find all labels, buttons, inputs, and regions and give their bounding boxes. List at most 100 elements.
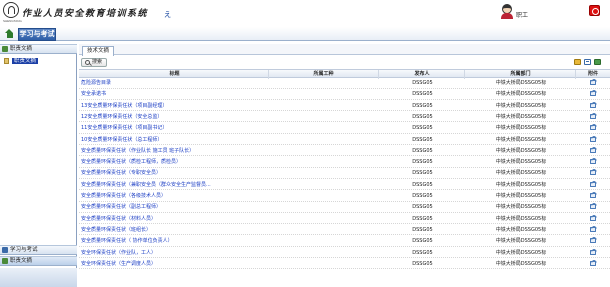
row-title[interactable]: 11安全质量环保责任状（项目副书记） (81, 124, 269, 133)
row-title-link[interactable]: 10安全质量环保责任状（总工程师） (81, 137, 162, 143)
tab-tech-digest[interactable]: 技术文摘 (82, 46, 114, 56)
attachment-icon[interactable] (590, 215, 596, 221)
attachment-icon[interactable] (590, 147, 596, 153)
table-row[interactable]: 安全环保责任状（作业队，工人） DSSG05 中铁大桥局DSSG05标 (79, 249, 610, 258)
column-header-department[interactable]: 所属部门 (466, 70, 576, 79)
row-attachment[interactable] (576, 147, 610, 156)
table-row[interactable]: 安全质量环保责任状（作业队长 施工员 班子队长） DSSG05 中铁大桥局DSSG0… (79, 147, 610, 157)
row-attachment[interactable] (576, 102, 610, 111)
column-header-type[interactable]: 所属工种 (269, 70, 379, 79)
column-header-publisher[interactable]: 发布人 (380, 70, 465, 79)
row-title[interactable]: 安全环保责任状（作业队，工人） (81, 249, 269, 258)
row-title[interactable]: 安全质量环保责任状（各级技术人员） (81, 192, 269, 201)
sidebar-item-digest[interactable]: 职责文摘 (4, 57, 39, 65)
attachment-icon[interactable] (590, 193, 596, 198)
row-title[interactable]: 危险源告目录 (81, 79, 269, 88)
table-row[interactable]: 安全质量环保责任状（质检工程师，质检员） DSSG05 中铁大桥局DSSG05标 (79, 158, 610, 168)
row-title[interactable]: 安全质量环保责任状（作业队长 施工员 班子队长） (81, 147, 269, 156)
row-title[interactable]: 安全质量环保责任状（副总工程师） (81, 203, 269, 212)
row-attachment[interactable] (576, 113, 610, 122)
row-title[interactable]: 安全质量环保责任状（质检工程师，质检员） (81, 158, 269, 167)
row-title[interactable]: 安全质量环保责任状（班组长） (81, 226, 269, 235)
folder-icon[interactable] (574, 59, 581, 65)
row-attachment[interactable] (576, 237, 610, 246)
user-avatar[interactable] (500, 4, 514, 19)
table-row[interactable]: 安全质量环保责任状（副总工程师） DSSG05 中铁大桥局DSSG05标 (79, 203, 610, 213)
row-title-link[interactable]: 安全质量环保责任状（专职安全员） (81, 170, 161, 176)
row-attachment[interactable] (576, 249, 610, 258)
table-row[interactable]: 安全质量环保责任状（兼职安全员（群众安全生产监督员... DSSG05 中铁大桥局D… (79, 181, 610, 191)
row-title-link[interactable]: 安全承诺书 (81, 91, 106, 97)
attachment-icon[interactable] (590, 91, 596, 97)
row-title-link[interactable]: 安全质量环保责任状（材料人员） (81, 216, 156, 222)
table-row[interactable]: 安全质量环保责任状（材料人员） DSSG05 中铁大桥局DSSG05标 (79, 215, 610, 225)
row-title[interactable]: 安全质量环保责任状（兼职安全员（群众安全生产监督员... (81, 181, 269, 190)
row-title[interactable]: 10安全质量环保责任状（总工程师） (81, 136, 269, 145)
sidebar-section-digest[interactable]: 职责文摘 (0, 44, 77, 54)
table-row[interactable]: 安全环保责任状（生产调度人员） DSSG05 中铁大桥局DSSG05标 (79, 260, 610, 270)
row-title-link[interactable]: 安全质量环保责任状（班组长） (81, 227, 151, 233)
row-title-link[interactable]: 安全质量环保责任状（副总工程师） (81, 204, 161, 210)
row-title[interactable]: 安全承诺书 (81, 90, 269, 99)
row-title-link[interactable]: 安全环保责任状（生产调度人员） (81, 261, 156, 267)
row-attachment[interactable] (576, 181, 610, 190)
logout-power-button[interactable] (589, 5, 600, 16)
row-title[interactable]: 安全质量环保责任状（专职安全员） (81, 169, 269, 178)
row-attachment[interactable] (576, 260, 610, 269)
table-row[interactable]: 安全质量环保责任状（ 协作单位负责人） DSSG05 中铁大桥局DSSG05标 (79, 237, 610, 247)
nav-tab-study-exam[interactable]: 学习与考试 (18, 28, 56, 41)
attachment-icon[interactable] (590, 226, 596, 232)
row-title-link[interactable]: 危险源告目录 (81, 80, 111, 86)
row-attachment[interactable] (576, 203, 610, 212)
row-title-link[interactable]: 安全质量环保责任状（兼职安全员（群众安全生产监督员... (81, 182, 211, 188)
sidebar-section-exam[interactable]: 学习与考试 (0, 245, 77, 255)
row-attachment[interactable] (576, 169, 610, 178)
attachment-icon[interactable] (590, 159, 596, 165)
row-title[interactable]: 安全质量环保责任状（材料人员） (81, 215, 269, 224)
attachment-icon[interactable] (590, 204, 596, 210)
row-title-link[interactable]: 11安全质量环保责任状（项目副书记） (81, 125, 167, 131)
sidebar-section-digest-bottom[interactable]: 职责文摘 (0, 256, 77, 266)
row-title-link[interactable]: 安全质量环保责任状（作业队长 施工员 班子队长） (81, 148, 194, 154)
attachment-icon[interactable] (590, 170, 596, 176)
row-attachment[interactable] (576, 215, 610, 224)
row-attachment[interactable] (576, 124, 610, 133)
attachment-icon[interactable] (590, 260, 596, 266)
row-title-link[interactable]: 12安全质量环保责任状（安全总监） (81, 114, 162, 120)
attachment-icon[interactable] (590, 238, 596, 244)
row-title-link[interactable]: 安全质量环保责任状（各级技术人员） (81, 193, 166, 199)
table-row[interactable]: 安全质量环保责任状（专职安全员） DSSG05 中铁大桥局DSSG05标 (79, 169, 610, 179)
row-title-link[interactable]: 13安全质量环保责任状（项目副经理） (81, 103, 167, 109)
column-header-title[interactable]: 标题 (81, 70, 269, 79)
row-attachment[interactable] (576, 79, 610, 88)
row-title[interactable]: 12安全质量环保责任状（安全总监） (81, 113, 269, 122)
table-row[interactable]: 13安全质量环保责任状（项目副经理） DSSG05 中铁大桥局DSSG05标 (79, 102, 610, 112)
grid-view-icon[interactable] (584, 59, 591, 65)
row-title-link[interactable]: 安全质量环保责任状（ 协作单位负责人） (81, 238, 173, 244)
row-attachment[interactable] (576, 90, 610, 99)
attachment-icon[interactable] (590, 125, 596, 131)
attachment-icon[interactable] (590, 136, 596, 142)
table-row[interactable]: 10安全质量环保责任状（总工程师） DSSG05 中铁大桥局DSSG05标 (79, 136, 610, 145)
row-attachment[interactable] (576, 158, 610, 167)
row-title-link[interactable]: 安全环保责任状（作业队，工人） (81, 250, 156, 256)
attachment-icon[interactable] (590, 181, 596, 187)
attachment-icon[interactable] (590, 80, 596, 85)
table-row[interactable]: 11安全质量环保责任状（项目副书记） DSSG05 中铁大桥局DSSG05标 (79, 124, 610, 134)
row-title[interactable]: 安全质量环保责任状（ 协作单位负责人） (81, 237, 269, 246)
table-row[interactable]: 安全承诺书 DSSG05 中铁大桥局DSSG05标 (79, 90, 610, 100)
table-row[interactable]: 安全质量环保责任状（班组长） DSSG05 中铁大桥局DSSG05标 (79, 226, 610, 236)
row-attachment[interactable] (576, 192, 610, 201)
attachment-icon[interactable] (590, 113, 596, 119)
attachment-icon[interactable] (590, 102, 596, 108)
row-title-link[interactable]: 安全质量环保责任状（质检工程师，质检员） (81, 159, 181, 165)
search-button[interactable]: 搜索 (81, 58, 107, 67)
table-row[interactable]: 安全质量环保责任状（各级技术人员） DSSG05 中铁大桥局DSSG05标 (79, 192, 610, 202)
row-title[interactable]: 安全环保责任状（生产调度人员） (81, 260, 269, 269)
row-title[interactable]: 13安全质量环保责任状（项目副经理） (81, 102, 269, 111)
attachment-icon[interactable] (590, 249, 596, 255)
table-row[interactable]: 12安全质量环保责任状（安全总监） DSSG05 中铁大桥局DSSG05标 (79, 113, 610, 123)
row-attachment[interactable] (576, 136, 610, 145)
table-row[interactable]: 危险源告目录 DSSG05 中铁大桥局DSSG05标 (79, 79, 610, 89)
home-icon[interactable] (5, 29, 14, 38)
